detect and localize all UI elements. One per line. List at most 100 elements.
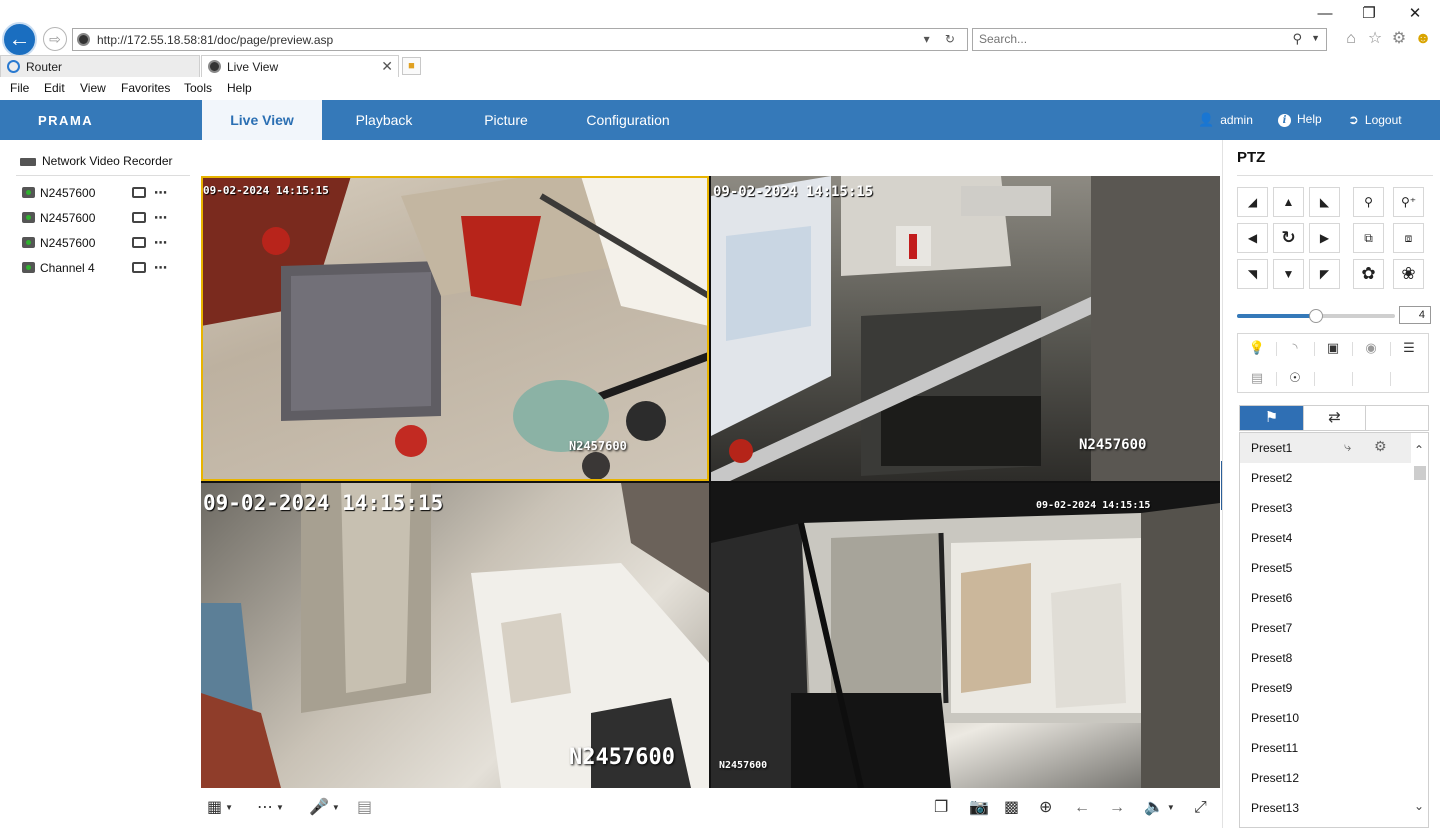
pan-down-right-button[interactable]: ◤: [1309, 259, 1340, 289]
tab-presets[interactable]: ⚑: [1240, 406, 1303, 430]
favorites-star-icon[interactable]: ☆: [1365, 29, 1385, 49]
preset-item[interactable]: Preset2: [1240, 463, 1412, 493]
window-layout-button[interactable]: ▦ ▼: [207, 798, 233, 818]
tab-live-view[interactable]: Live View ✕: [201, 55, 399, 77]
stop-all-button[interactable]: ❐: [934, 798, 948, 818]
scroll-up-icon[interactable]: ⌃: [1414, 443, 1424, 457]
close-window-button[interactable]: ✕: [1400, 4, 1430, 24]
preset-item[interactable]: Preset8: [1240, 643, 1412, 673]
channel-item[interactable]: N2457600 ⋯: [22, 209, 182, 227]
record-button[interactable]: ▩: [1004, 798, 1019, 818]
address-bar[interactable]: http://172.55.18.58:81/doc/page/preview.…: [72, 28, 968, 51]
previous-page-button[interactable]: ←: [1074, 798, 1090, 818]
record-icon[interactable]: [132, 187, 146, 198]
preset-item[interactable]: Preset12: [1240, 763, 1412, 793]
address-text[interactable]: http://172.55.18.58:81/doc/page/preview.…: [97, 33, 333, 47]
menu-favorites[interactable]: Favorites: [121, 81, 170, 95]
preset-item[interactable]: Preset9: [1240, 673, 1412, 703]
record-icon[interactable]: [132, 262, 146, 273]
preset-item[interactable]: Preset3: [1240, 493, 1412, 523]
chevron-down-icon[interactable]: ▼: [1311, 33, 1320, 43]
tab-configuration[interactable]: Configuration: [568, 100, 688, 140]
preset-item[interactable]: Preset4: [1240, 523, 1412, 553]
light-button[interactable]: 💡: [1238, 334, 1276, 362]
ezoom-button[interactable]: ▤: [357, 798, 372, 818]
pan-up-right-button[interactable]: ◣: [1309, 187, 1340, 217]
preset-item[interactable]: Preset7: [1240, 613, 1412, 643]
preset-scrollbar[interactable]: ⌃ ⌄: [1411, 433, 1428, 827]
menu-view[interactable]: View: [80, 81, 106, 95]
preset-item[interactable]: Preset6: [1240, 583, 1412, 613]
search-icon[interactable]: ⚲: [1292, 31, 1302, 47]
channel-item[interactable]: N2457600 ⋯: [22, 184, 182, 202]
record-icon[interactable]: [132, 212, 146, 223]
pan-down-button[interactable]: ▼: [1273, 259, 1304, 289]
record-icon[interactable]: [132, 237, 146, 248]
minimize-button[interactable]: —: [1310, 4, 1340, 24]
next-page-button[interactable]: →: [1109, 798, 1125, 818]
close-tab-icon[interactable]: ✕: [381, 58, 393, 75]
search-box[interactable]: ⚲ ▼: [972, 28, 1327, 51]
tab-playback[interactable]: Playback: [324, 100, 444, 140]
back-button[interactable]: ←: [2, 22, 37, 57]
preset-item[interactable]: Preset11: [1240, 733, 1412, 763]
pan-up-button[interactable]: ▲: [1273, 187, 1304, 217]
manual-track-button[interactable]: ▤: [1238, 364, 1276, 392]
scroll-down-icon[interactable]: ⌄: [1414, 799, 1424, 813]
iris-close-button[interactable]: ❀: [1393, 259, 1424, 289]
speed-slider-handle[interactable]: [1309, 309, 1323, 323]
stream-type-button[interactable]: ⋯ ▼: [257, 798, 284, 818]
pan-left-button[interactable]: ◀: [1237, 223, 1268, 253]
goto-preset-icon[interactable]: ⤷: [1344, 439, 1351, 455]
tab-picture[interactable]: Picture: [446, 100, 566, 140]
camera-view-4[interactable]: 09-02-2024 14:15:15 N2457600: [711, 483, 1220, 788]
user-menu[interactable]: 👤 admin: [1198, 112, 1253, 128]
maximize-button[interactable]: ❐: [1354, 4, 1384, 24]
zoom-out-button[interactable]: ⚲: [1353, 187, 1384, 217]
tab-live-view-nav[interactable]: Live View: [202, 100, 322, 140]
channel-item[interactable]: Channel 4 ⋯: [22, 259, 182, 277]
iris-open-button[interactable]: ✿: [1353, 259, 1384, 289]
pan-up-left-button[interactable]: ◢: [1237, 187, 1268, 217]
smiley-feedback-icon[interactable]: ☻: [1413, 29, 1433, 49]
camera-view-2[interactable]: 09-02-2024 14:15:15 N2457600: [711, 176, 1220, 481]
volume-button[interactable]: 🔈 ▼: [1144, 798, 1175, 818]
tab-router[interactable]: Router: [0, 55, 200, 77]
camera-view-1[interactable]: 09-02-2024 14:15:15 N2457600: [201, 176, 709, 481]
search-input[interactable]: [979, 32, 1279, 46]
ptz-icon[interactable]: ⋯: [154, 210, 167, 226]
menu-help[interactable]: Help: [227, 81, 252, 95]
lens-init-button[interactable]: ◉: [1352, 334, 1390, 362]
logout-link[interactable]: ➲ Logout: [1348, 112, 1402, 128]
refresh-icon[interactable]: ▾ ↻: [924, 32, 961, 46]
preset-item[interactable]: Preset10: [1240, 703, 1412, 733]
gear-icon[interactable]: ⚙: [1389, 29, 1409, 49]
gear-icon[interactable]: ⚙: [1374, 438, 1387, 455]
menu-edit[interactable]: Edit: [44, 81, 65, 95]
forward-button[interactable]: ⇨: [43, 27, 67, 51]
scrollbar-thumb[interactable]: [1414, 466, 1426, 480]
focus-far-button[interactable]: ⧈: [1393, 223, 1424, 253]
preset-item[interactable]: Preset5: [1240, 553, 1412, 583]
channel-item[interactable]: N2457600 ⋯: [22, 234, 182, 252]
zoom-in-button[interactable]: ⚲⁺: [1393, 187, 1424, 217]
pan-down-left-button[interactable]: ◥: [1237, 259, 1268, 289]
preset-item[interactable]: Preset1 ⤷ ⚙: [1240, 433, 1412, 463]
capture-button[interactable]: 📷: [969, 798, 989, 818]
menu-file[interactable]: File: [10, 81, 29, 95]
ptz-icon[interactable]: ⋯: [154, 235, 167, 251]
ptz-icon[interactable]: ⋯: [154, 260, 167, 276]
menu-button[interactable]: ☰: [1390, 334, 1428, 362]
tab-patrol[interactable]: ⇄: [1303, 406, 1366, 430]
zoom-button[interactable]: ⊕: [1039, 798, 1052, 818]
tab-pattern[interactable]: [1366, 406, 1429, 430]
ptz-speed-slider[interactable]: [1237, 309, 1395, 323]
audio-talk-button[interactable]: 🎤 ▼: [309, 798, 340, 818]
fullscreen-button[interactable]: ⤢: [1194, 798, 1207, 818]
new-tab-button[interactable]: ■: [402, 57, 421, 75]
auto-scan-button[interactable]: ↻: [1273, 223, 1304, 253]
help-link[interactable]: i Help: [1278, 112, 1322, 127]
3d-positioning-button[interactable]: ☉: [1276, 364, 1314, 392]
pan-right-button[interactable]: ▶: [1309, 223, 1340, 253]
nvr-node[interactable]: Network Video Recorder: [20, 154, 173, 168]
